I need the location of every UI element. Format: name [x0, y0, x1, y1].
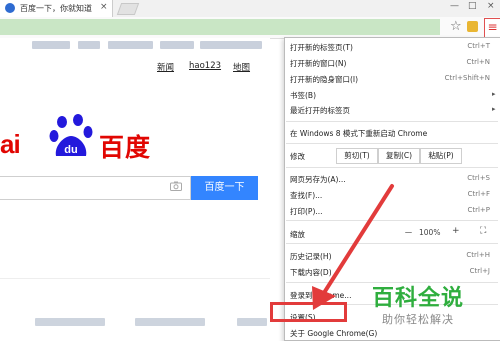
watermark-subtitle: 助你轻松解决	[382, 313, 454, 326]
watermark-title: 百科全说	[372, 286, 465, 311]
